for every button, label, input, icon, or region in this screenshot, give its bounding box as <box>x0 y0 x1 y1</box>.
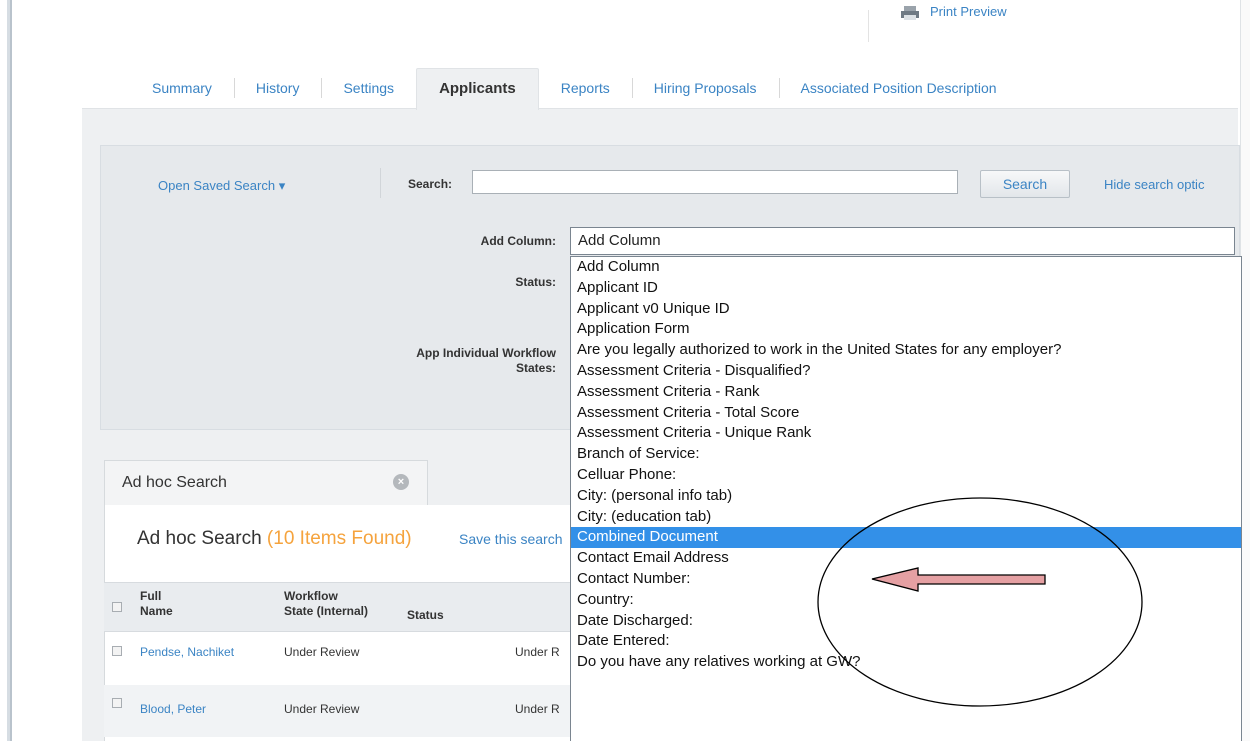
dropdown-option[interactable]: Celluar Phone: <box>571 465 1241 486</box>
print-preview-label[interactable]: Print Preview <box>930 4 1007 19</box>
add-column-options-list[interactable]: Add Column Applicant ID Applicant v0 Uniqu… <box>570 256 1242 741</box>
tab-summary[interactable]: Summary <box>130 68 234 110</box>
adhoc-search-tab-label: Ad hoc Search <box>122 474 227 491</box>
column-status[interactable]: Status <box>407 608 444 623</box>
column-full-name[interactable]: Full Name <box>140 589 173 619</box>
tab-reports[interactable]: Reports <box>539 68 632 110</box>
dropdown-option[interactable]: Assessment Criteria - Rank <box>571 382 1241 403</box>
tab-associated-position-description[interactable]: Associated Position Description <box>778 68 1019 110</box>
page-left-border <box>0 0 12 741</box>
dropdown-option[interactable]: Assessment Criteria - Total Score <box>571 403 1241 424</box>
select-all-checkbox[interactable] <box>112 602 122 612</box>
workflow-state-cell: Under Review <box>284 645 360 659</box>
dropdown-option[interactable]: Do you have any relatives working at GW? <box>571 652 1241 673</box>
column-full-name-line1: Full <box>140 589 162 603</box>
dropdown-option[interactable]: Are you legally authorized to work in th… <box>571 340 1241 361</box>
close-icon[interactable]: × <box>393 474 409 490</box>
add-column-label: Add Column: <box>480 234 556 248</box>
applicant-name-link[interactable]: Blood, Peter <box>140 702 206 716</box>
column-workflow-state[interactable]: Workflow State (Internal) <box>284 589 368 619</box>
dropdown-option[interactable]: Date Entered: <box>571 631 1241 652</box>
dropdown-option[interactable]: Application Form <box>571 319 1241 340</box>
row-checkbox[interactable] <box>112 698 122 708</box>
search-input[interactable] <box>472 170 958 194</box>
dropdown-option[interactable]: Assessment Criteria - Disqualified? <box>571 361 1241 382</box>
dropdown-option[interactable]: City: (education tab) <box>571 507 1241 528</box>
column-workflow-line2: State (Internal) <box>284 604 369 618</box>
dropdown-option[interactable]: Applicant ID <box>571 278 1241 299</box>
column-full-name-line2: Name <box>140 604 173 618</box>
hide-search-options-link[interactable]: Hide search optic <box>1104 177 1204 192</box>
tab-hiring-proposals[interactable]: Hiring Proposals <box>631 68 779 110</box>
tab-history[interactable]: History <box>233 68 322 110</box>
dropdown-option[interactable]: Combined Document <box>571 527 1241 549</box>
open-saved-search-menu[interactable]: Open Saved Search ▾ <box>158 178 285 194</box>
search-button[interactable]: Search <box>980 170 1070 198</box>
table-row: Blood, Peter Under Review Under R <box>104 685 570 737</box>
results-table-header: Full Name Workflow State (Internal) Stat… <box>104 582 570 632</box>
workflow-states-label-line2: States: <box>515 361 556 375</box>
add-column-select[interactable]: Add Column <box>570 227 1235 255</box>
results-title: Ad hoc Search <box>137 528 262 549</box>
dropdown-option[interactable]: Add Column <box>571 257 1241 278</box>
applicant-name-link[interactable]: Pendse, Nachiket <box>140 645 234 659</box>
search-label: Search: <box>408 177 453 191</box>
header-divider <box>868 10 869 42</box>
tab-bar: Summary History Settings Applicants Repo… <box>130 68 1019 110</box>
printer-icon <box>901 6 919 20</box>
row-checkbox[interactable] <box>112 646 122 656</box>
status-label: Status: <box>515 275 556 289</box>
dropdown-option[interactable]: Contact Number: <box>571 569 1241 590</box>
status-cell: Under R <box>515 702 560 716</box>
dropdown-option[interactable]: Applicant v0 Unique ID <box>571 299 1241 320</box>
page: Print Preview Summary History Settings A… <box>0 0 1250 741</box>
adhoc-search-tab[interactable]: Ad hoc Search × <box>104 460 428 505</box>
dropdown-option[interactable]: Assessment Criteria - Unique Rank <box>571 423 1241 444</box>
dropdown-option[interactable]: Country: <box>571 590 1241 611</box>
status-cell: Under R <box>515 645 560 659</box>
results-count: (10 Items Found) <box>266 528 412 549</box>
dropdown-option[interactable]: City: (personal info tab) <box>571 486 1241 507</box>
workflow-states-label: App Individual Workflow States: <box>360 346 556 376</box>
divider <box>380 168 381 198</box>
print-preview-link[interactable]: Print Preview <box>900 0 1007 22</box>
results-heading: Ad hoc Search (10 Items Found) <box>137 528 412 550</box>
tab-settings[interactable]: Settings <box>321 68 416 110</box>
tab-applicants[interactable]: Applicants <box>416 68 539 110</box>
dropdown-option[interactable]: Branch of Service: <box>571 444 1241 465</box>
save-search-link[interactable]: Save this search <box>459 531 569 547</box>
dropdown-option[interactable]: Date Discharged: <box>571 611 1241 632</box>
workflow-state-cell: Under Review <box>284 702 360 716</box>
column-workflow-line1: Workflow <box>284 589 338 603</box>
workflow-states-label-line1: App Individual Workflow <box>416 346 556 360</box>
dropdown-option[interactable]: Contact Email Address <box>571 548 1241 569</box>
table-row: Pendse, Nachiket Under Review Under R <box>104 633 570 685</box>
